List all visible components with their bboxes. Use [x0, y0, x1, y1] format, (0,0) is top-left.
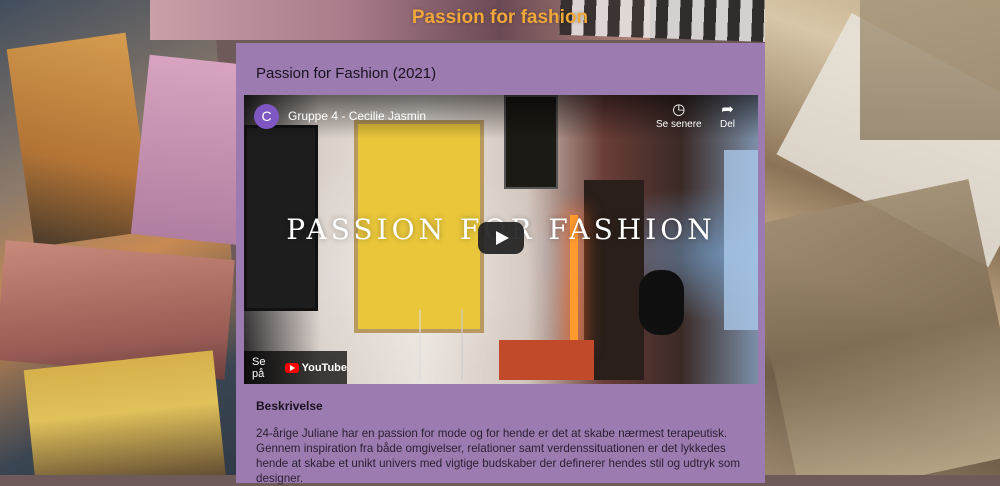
channel-avatar[interactable]: C	[254, 104, 279, 129]
video-channel-title[interactable]: Gruppe 4 - Cecilie Jasmin	[288, 109, 426, 123]
share-icon: ➦	[721, 101, 734, 118]
watch-later-label: Se senere	[656, 119, 702, 130]
thumbnail-plant	[419, 310, 463, 380]
watch-later-button[interactable]: ◷ Se senere	[656, 101, 702, 130]
video-player[interactable]: C Gruppe 4 - Cecilie Jasmin ◷ Se senere …	[244, 95, 758, 384]
watch-on-youtube-button[interactable]: Se på YouTube	[244, 351, 347, 384]
description-heading: Beskrivelse	[256, 399, 323, 413]
thumbnail-table	[499, 340, 594, 380]
thumbnail-chair	[639, 270, 684, 335]
project-panel: Passion for Fashion (2021) C Gruppe 4 - …	[236, 43, 765, 485]
youtube-label: YouTube	[301, 361, 347, 374]
collage-piece	[23, 350, 227, 475]
project-title: Passion for Fashion (2021)	[256, 65, 437, 82]
clock-icon: ◷	[672, 101, 686, 118]
share-label: Del	[720, 119, 736, 130]
site-title: Passion for fashion	[411, 7, 589, 28]
play-button[interactable]	[478, 222, 524, 254]
description-text: 24-årige Juliane har en passion for mode…	[256, 427, 740, 485]
youtube-logo: YouTube	[284, 361, 347, 374]
watch-on-label: Se på	[252, 355, 266, 380]
youtube-play-icon	[284, 362, 299, 373]
share-button[interactable]: ➦ Del	[720, 101, 735, 130]
